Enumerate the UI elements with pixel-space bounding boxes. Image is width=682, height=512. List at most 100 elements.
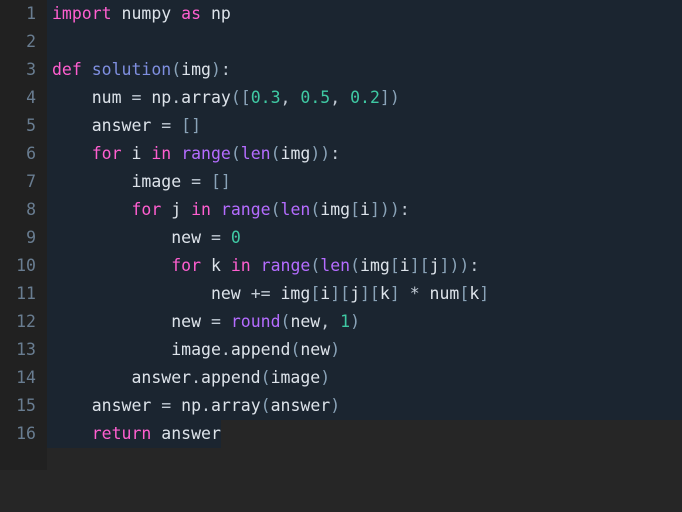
- token-plain: i: [320, 284, 331, 303]
- token-builtin: round: [230, 312, 281, 331]
- token-plain: image: [52, 340, 221, 359]
- code-line[interactable]: 7 image = []: [0, 168, 682, 196]
- token-punctuation: [: [310, 284, 321, 303]
- token-punctuation: (: [280, 312, 291, 331]
- token-keyword: import: [52, 4, 112, 23]
- code-line[interactable]: 16 return answer: [0, 420, 682, 448]
- token-operator: =: [210, 228, 221, 247]
- token-number: 0.2: [350, 88, 380, 107]
- token-plain: img: [280, 144, 311, 163]
- code-lines-container[interactable]: 1 import numpy as np 2 3 def solution(im…: [0, 0, 682, 470]
- token-plain: new: [52, 228, 211, 247]
- token-punctuation: ): [330, 340, 341, 359]
- line-content[interactable]: return answer: [47, 420, 221, 448]
- token-plain: answer: [151, 424, 221, 443]
- line-number: 1: [0, 0, 47, 28]
- token-operator: .: [191, 368, 202, 387]
- code-line[interactable]: 4 num = np.array([0.3, 0.5, 0.2]): [0, 84, 682, 112]
- token-operator: =: [131, 88, 142, 107]
- token-operator: =: [210, 312, 221, 331]
- token-operator: .: [201, 396, 211, 415]
- line-content[interactable]: for j in range(len(img[i])):: [47, 196, 682, 224]
- token-plain: array: [181, 88, 231, 107]
- token-plain: img: [270, 284, 311, 303]
- code-line[interactable]: 3 def solution(img):: [0, 56, 682, 84]
- code-line[interactable]: 15 answer = np.array(answer): [0, 392, 682, 420]
- line-content[interactable]: new += img[i][j][k] * num[k]: [47, 280, 682, 308]
- token-operator: ,: [330, 88, 341, 107]
- token-punctuation: ])): [369, 200, 400, 219]
- code-line[interactable]: 11 new += img[i][j][k] * num[k]: [0, 280, 682, 308]
- line-content[interactable]: new = 0: [47, 224, 682, 252]
- token-operator: .: [220, 340, 231, 359]
- token-punctuation: ]: [389, 284, 400, 303]
- token-punctuation: (: [171, 60, 182, 79]
- line-number: 13: [0, 336, 47, 364]
- token-punctuation: (: [310, 200, 321, 219]
- token-plain: img: [360, 256, 390, 275]
- token-number: 1: [340, 312, 351, 331]
- token-plain: answer: [52, 116, 162, 135]
- line-content[interactable]: answer = []: [47, 112, 682, 140]
- token-punctuation: [: [389, 256, 400, 275]
- code-line[interactable]: 13 image.append(new): [0, 336, 682, 364]
- code-line[interactable]: 8 for j in range(len(img[i])):: [0, 196, 682, 224]
- token-plain: new: [52, 312, 211, 331]
- line-content[interactable]: num = np.array([0.3, 0.5, 0.2]): [47, 84, 682, 112]
- line-content[interactable]: for k in range(len(img[i][j])):: [47, 252, 682, 280]
- token-number: 0: [230, 228, 241, 247]
- code-line[interactable]: 12 new = round(new, 1): [0, 308, 682, 336]
- line-number: 3: [0, 56, 47, 84]
- token-operator: +=: [250, 284, 271, 303]
- token-keyword: as: [181, 4, 202, 23]
- token-punctuation: ): [320, 368, 331, 387]
- token-operator: ,: [280, 88, 291, 107]
- code-line[interactable]: 2: [0, 28, 682, 56]
- token-punctuation: ): [210, 60, 221, 79]
- token-punctuation: []: [181, 116, 202, 135]
- code-line[interactable]: 1 import numpy as np: [0, 0, 682, 28]
- token-plain: image: [270, 368, 321, 387]
- token-plain: img: [320, 200, 351, 219]
- line-content[interactable]: import numpy as np: [47, 0, 682, 28]
- line-content[interactable]: new = round(new, 1): [47, 308, 682, 336]
- token-punctuation: )): [310, 144, 331, 163]
- token-plain: num: [52, 88, 132, 107]
- token-punctuation: []: [210, 172, 231, 191]
- line-content[interactable]: image.append(new): [47, 336, 682, 364]
- token-plain: answer: [52, 396, 162, 415]
- line-content[interactable]: answer = np.array(answer): [47, 392, 682, 420]
- token-builtin: range: [220, 200, 271, 219]
- line-number: 14: [0, 364, 47, 392]
- token-plain: num: [419, 284, 460, 303]
- token-operator: ,: [320, 312, 331, 331]
- token-punctuation: (: [350, 256, 361, 275]
- line-content[interactable]: answer.append(image): [47, 364, 682, 392]
- code-line[interactable]: 5 answer = []: [0, 112, 682, 140]
- token-operator: :: [220, 60, 231, 79]
- line-number: 11: [0, 280, 47, 308]
- line-content[interactable]: [47, 28, 682, 56]
- token-punctuation: ): [350, 312, 360, 331]
- code-line[interactable]: 10 for k in range(len(img[i][j])):: [0, 252, 682, 280]
- code-line[interactable]: 6 for i in range(len(img)):: [0, 140, 682, 168]
- token-plain: answer: [270, 396, 331, 415]
- line-content[interactable]: def solution(img):: [47, 56, 682, 84]
- token-operator: :: [469, 256, 480, 275]
- token-operator: =: [161, 396, 172, 415]
- code-line[interactable]: 9 new = 0: [0, 224, 682, 252]
- token-keyword: for: [171, 256, 202, 275]
- line-content[interactable]: image = []: [47, 168, 682, 196]
- token-punctuation: (: [270, 144, 281, 163]
- token-number: 0.3: [250, 88, 281, 107]
- line-content[interactable]: for i in range(len(img)):: [47, 140, 682, 168]
- token-plain: i: [360, 200, 370, 219]
- token-punctuation: (: [260, 368, 271, 387]
- code-line[interactable]: 14 answer.append(image): [0, 364, 682, 392]
